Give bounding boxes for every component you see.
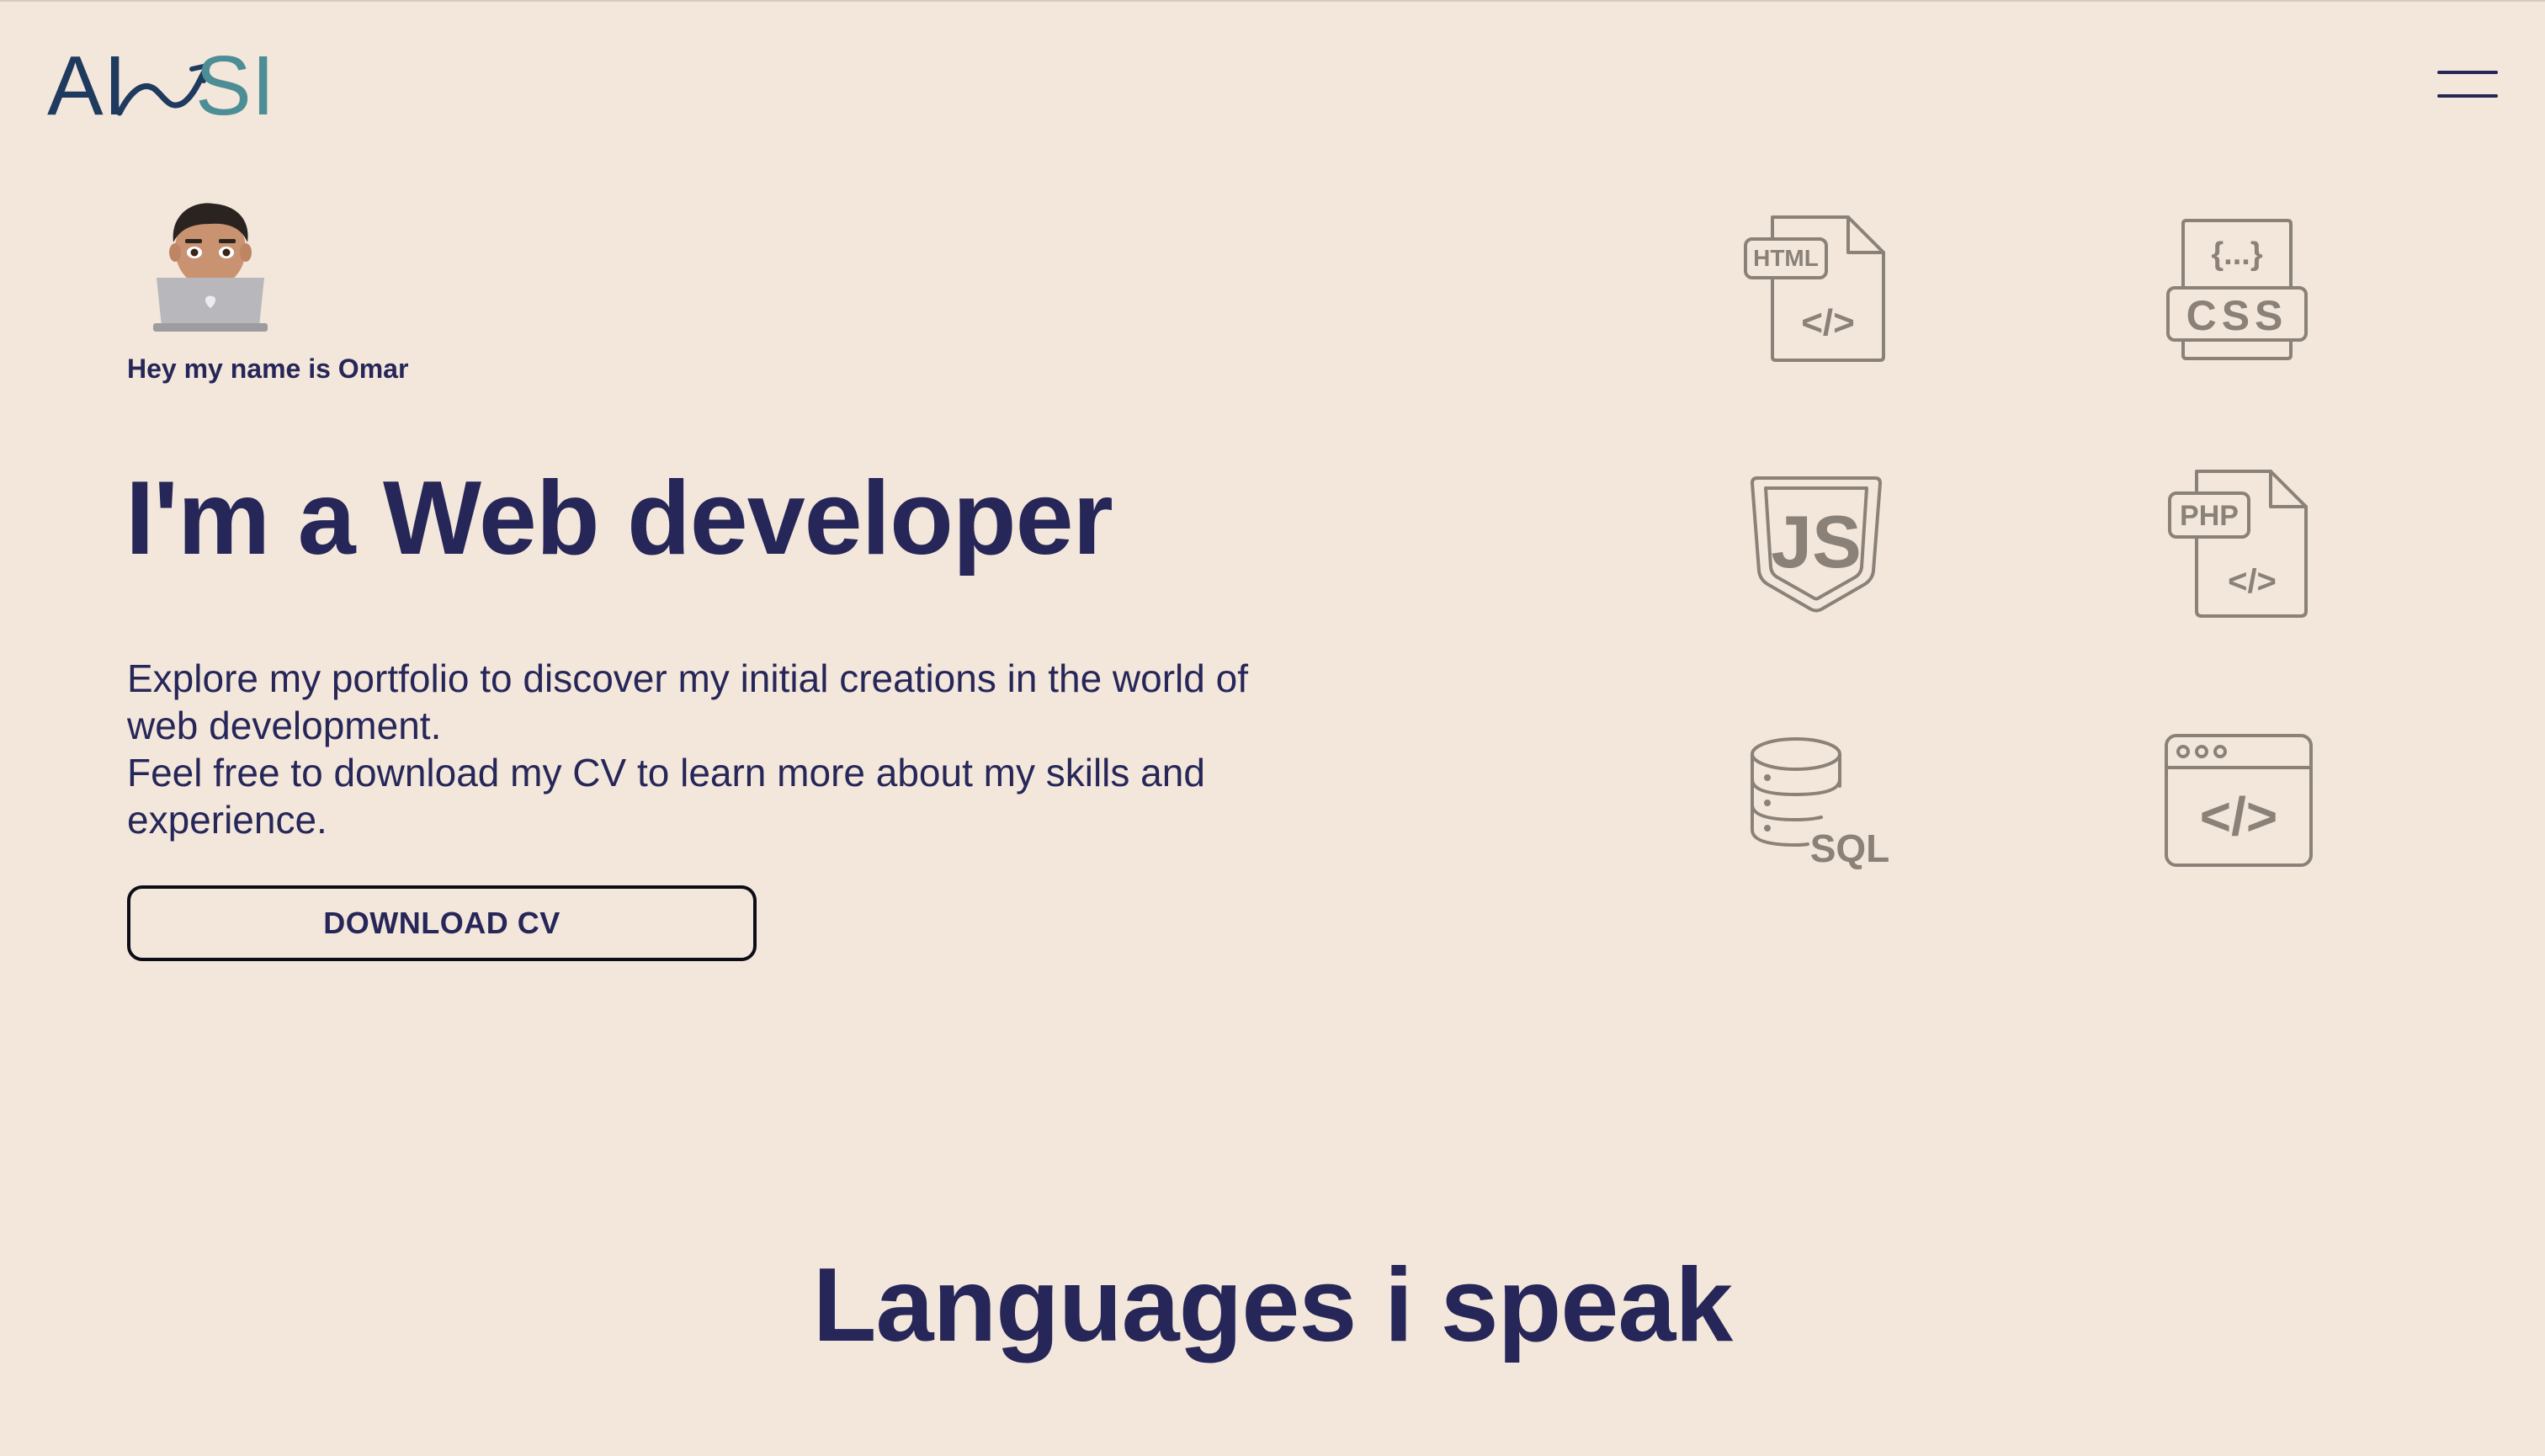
js-label: JS [1771, 500, 1862, 583]
html-label: HTML [1753, 245, 1819, 271]
memoji-laptop-avatar [151, 200, 269, 333]
greeting-text: Hey my name is Omar [127, 353, 409, 384]
css-file-icon: {...} CSS [2166, 217, 2308, 362]
site-logo[interactable]: AI SI [47, 37, 283, 133]
menu-line-top [2437, 71, 2498, 74]
logo-text-right: SI [195, 39, 274, 130]
hamburger-menu-icon[interactable] [2437, 71, 2498, 101]
logo-swirl-icon [116, 64, 210, 116]
php-code-label: </> [2228, 563, 2277, 600]
html-code-label: </> [1801, 302, 1855, 343]
intro-paragraph: Explore my portfolio to discover my init… [127, 655, 1347, 843]
intro-line-2: web development. [127, 704, 442, 747]
logo-text-left: AI [47, 39, 126, 130]
intro-line-1: Explore my portfolio to discover my init… [127, 656, 1249, 700]
sql-label: SQL [1810, 826, 1890, 870]
code-window-icon: </> [2165, 734, 2313, 867]
code-window-label: </> [2200, 786, 2278, 847]
javascript-shield-icon: JS [1751, 476, 1882, 613]
css-braces-label: {...} [2211, 236, 2262, 272]
html-file-icon: HTML </> [1744, 214, 1895, 365]
sql-database-icon: SQL [1751, 736, 1889, 870]
intro-line-4: experience. [127, 798, 327, 842]
css-label: CSS [2186, 292, 2288, 339]
intro-line-3: Feel free to download my CV to learn mor… [127, 751, 1205, 794]
hero-headline: I'm a Web developer [125, 460, 1113, 577]
php-file-icon: PHP </> [2168, 468, 2309, 619]
download-cv-button[interactable]: DOWNLOAD CV [127, 885, 757, 961]
top-border [0, 0, 2545, 2]
menu-line-bottom [2437, 94, 2498, 98]
languages-section-title: Languages i speak [812, 1247, 1734, 1363]
php-label: PHP [2180, 500, 2239, 532]
